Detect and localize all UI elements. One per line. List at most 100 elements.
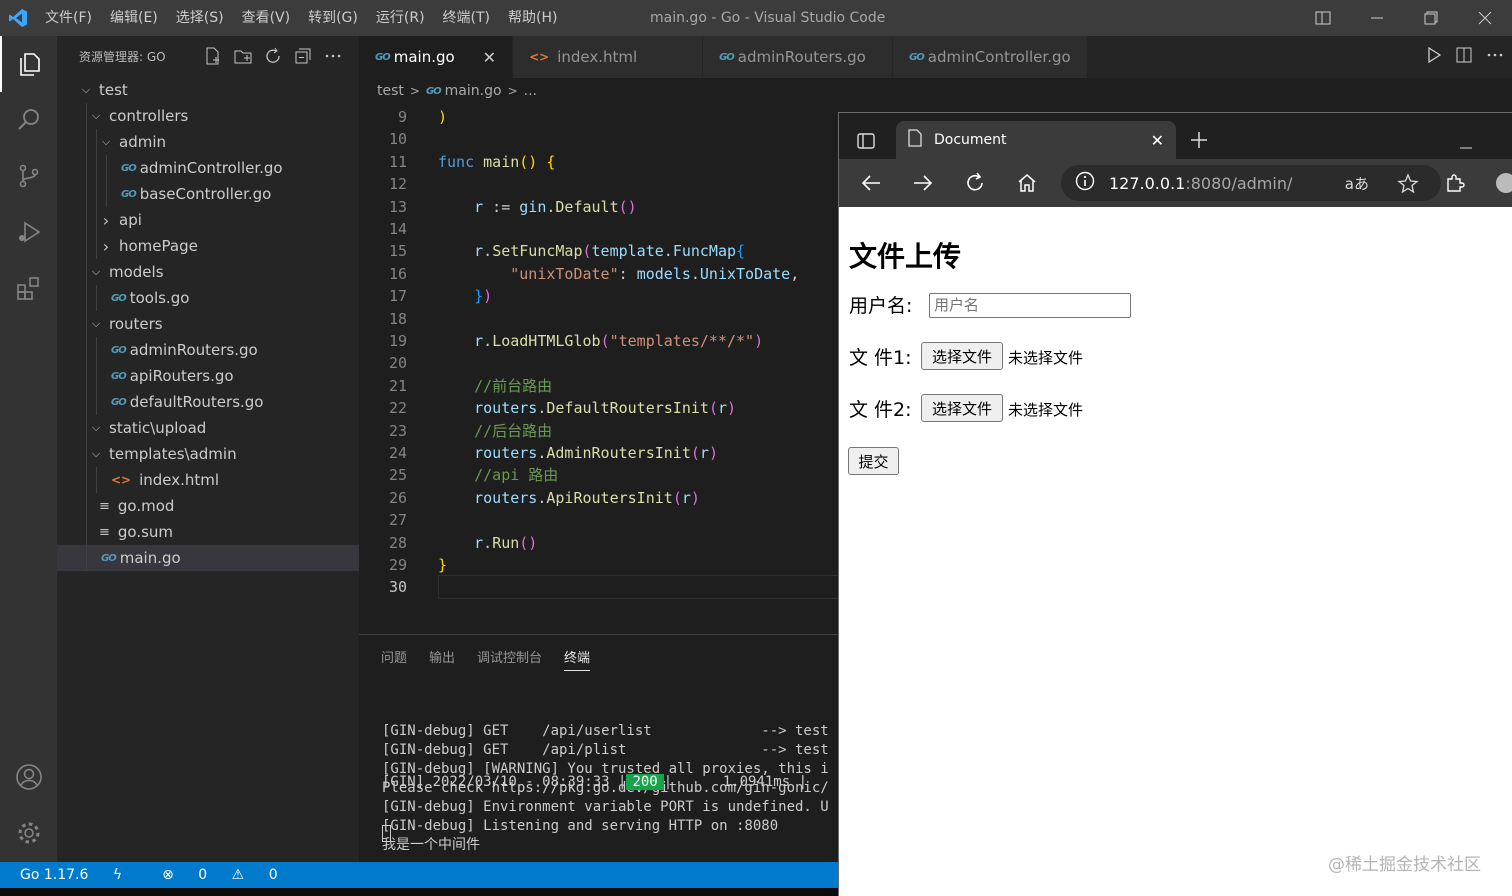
browser-tab[interactable]: Document ✕ bbox=[896, 121, 1176, 159]
site-info-icon[interactable] bbox=[1075, 171, 1095, 195]
tree-item[interactable]: GO baseController.go bbox=[57, 181, 359, 207]
editor-tabs: GO main.go ✕ <> index.html GO adminRouters.go G… bbox=[359, 36, 1512, 78]
editor-tab[interactable]: <> index.html bbox=[513, 36, 704, 78]
minimize-icon[interactable] bbox=[1350, 0, 1404, 36]
tree-item[interactable]: GO main.go bbox=[57, 545, 359, 571]
home-icon[interactable] bbox=[1012, 169, 1042, 197]
html-file-icon: <> bbox=[529, 50, 550, 64]
breadcrumb-folder[interactable]: test bbox=[377, 83, 404, 99]
tree-item[interactable]: › api bbox=[57, 207, 359, 233]
menu-item[interactable]: 转到(G) bbox=[299, 0, 367, 36]
tree-item[interactable]: GO tools.go bbox=[57, 285, 359, 311]
address-bar[interactable]: 127.0.0.1:8080/admin/ aあ bbox=[1061, 165, 1441, 201]
terminal[interactable]: [GIN-debug] GET /api/userlist --> test [G… bbox=[382, 690, 829, 875]
collapse-all-icon[interactable] bbox=[293, 46, 313, 66]
username-input[interactable]: 用户名 bbox=[929, 293, 1131, 318]
panel-tab[interactable]: 调试控制台 bbox=[477, 647, 542, 671]
tree-item[interactable]: ⌵ static\upload bbox=[57, 415, 359, 441]
menu-item[interactable]: 编辑(E) bbox=[101, 0, 167, 36]
extensions-puzzle-icon[interactable] bbox=[1440, 169, 1470, 197]
tree-item-label: adminRouters.go bbox=[129, 341, 258, 359]
tree-item[interactable]: <> index.html bbox=[57, 467, 359, 493]
problems-status[interactable]: ⊗ 0 ⚠ 0 bbox=[142, 867, 298, 883]
forward-icon[interactable] bbox=[908, 169, 938, 197]
tree-item[interactable]: ⌵ test bbox=[57, 77, 359, 103]
submit-button[interactable]: 提交 bbox=[848, 447, 899, 475]
tree-item[interactable]: ≡ go.mod bbox=[57, 493, 359, 519]
run-debug-icon[interactable] bbox=[0, 204, 57, 260]
more-actions-icon[interactable] bbox=[323, 46, 343, 66]
settings-gear-icon[interactable] bbox=[0, 805, 57, 861]
code-line: 29} bbox=[359, 554, 839, 576]
tree-item[interactable]: ⌵ routers bbox=[57, 311, 359, 337]
file1-choose-button[interactable]: 选择文件 bbox=[921, 342, 1003, 370]
extensions-icon[interactable] bbox=[0, 260, 57, 316]
favorite-icon[interactable] bbox=[1397, 173, 1419, 199]
browser-minimize-icon[interactable] bbox=[1459, 135, 1473, 154]
search-icon[interactable] bbox=[0, 92, 57, 148]
tree-item[interactable]: ⌵ templates\admin bbox=[57, 441, 359, 467]
panel-tab[interactable]: 问题 bbox=[381, 647, 407, 671]
run-file-icon[interactable] bbox=[1426, 46, 1442, 67]
line-number: 26 bbox=[388, 488, 407, 507]
new-folder-icon[interactable] bbox=[233, 46, 253, 66]
document-icon bbox=[908, 129, 922, 151]
editor-tab[interactable]: GO adminRouters.go bbox=[703, 36, 894, 78]
line-number: 20 bbox=[388, 354, 407, 373]
new-tab-icon[interactable] bbox=[1189, 130, 1209, 154]
read-aloud-icon[interactable]: aあ bbox=[1345, 173, 1369, 194]
breadcrumb-tail[interactable]: ... bbox=[524, 83, 537, 99]
file2-choose-button[interactable]: 选择文件 bbox=[921, 394, 1003, 422]
browser-tab-bar: Document ✕ bbox=[839, 113, 1512, 159]
tree-item[interactable]: GO adminRouters.go bbox=[57, 337, 359, 363]
close-tab-icon[interactable]: ✕ bbox=[1151, 131, 1164, 150]
refresh-icon[interactable] bbox=[263, 46, 283, 66]
close-window-icon[interactable] bbox=[1458, 0, 1512, 36]
reload-icon[interactable] bbox=[960, 169, 990, 197]
tree-item[interactable]: GO defaultRouters.go bbox=[57, 389, 359, 415]
editor-tab[interactable]: GO main.go ✕ bbox=[359, 36, 514, 78]
tree-item[interactable]: ⌵ controllers bbox=[57, 103, 359, 129]
explorer-icon[interactable] bbox=[0, 36, 57, 92]
tree-item-label: models bbox=[109, 263, 164, 281]
tree-item[interactable]: ⌵ models bbox=[57, 259, 359, 285]
breadcrumb-file[interactable]: main.go bbox=[445, 83, 502, 99]
go-version-status[interactable]: Go 1.17.6 ϟ bbox=[0, 867, 142, 883]
go-file-icon: GO bbox=[111, 292, 127, 304]
tree-item[interactable]: › homePage bbox=[57, 233, 359, 259]
code-editor[interactable]: 9) 10 11 func main() {12 13 r := gin.Default… bbox=[359, 104, 839, 634]
warning-count: 0 bbox=[268, 867, 278, 883]
split-editor-icon[interactable] bbox=[1456, 47, 1472, 67]
menu-item[interactable]: 查看(V) bbox=[233, 0, 300, 36]
menu-item[interactable]: 运行(R) bbox=[367, 0, 434, 36]
panel-tab[interactable]: 输出 bbox=[429, 647, 455, 671]
menu-item[interactable]: 终端(T) bbox=[434, 0, 499, 36]
back-icon[interactable] bbox=[856, 169, 886, 197]
tree-item-label: tools.go bbox=[129, 289, 190, 307]
tree-item[interactable]: ≡ go.sum bbox=[57, 519, 359, 545]
profile-avatar[interactable] bbox=[1491, 169, 1512, 197]
source-control-icon[interactable] bbox=[0, 148, 57, 204]
tree-item[interactable]: GO adminController.go bbox=[57, 155, 359, 181]
layout-icon[interactable] bbox=[1296, 0, 1350, 36]
menu-item[interactable]: 文件(F) bbox=[36, 0, 101, 36]
editor-tab[interactable]: GO adminController.go bbox=[893, 36, 1088, 78]
code-text: r.LoadHTMLGlob("templates/**/*") bbox=[474, 332, 764, 350]
close-tab-icon[interactable]: ✕ bbox=[483, 48, 496, 67]
menu-item[interactable]: 选择(S) bbox=[167, 0, 233, 36]
code-text: } bbox=[438, 556, 448, 574]
accounts-icon[interactable] bbox=[0, 749, 57, 805]
new-file-icon[interactable] bbox=[203, 46, 223, 66]
editor-more-icon[interactable] bbox=[1486, 47, 1504, 67]
browser-tab-title: Document bbox=[934, 132, 1007, 148]
menu-item[interactable]: 帮助(H) bbox=[499, 0, 566, 36]
panel-tab[interactable]: 终端 bbox=[564, 647, 591, 671]
tree-item[interactable]: GO apiRouters.go bbox=[57, 363, 359, 389]
tree-item[interactable]: ⌵ admin bbox=[57, 129, 359, 155]
line-number: 13 bbox=[388, 197, 407, 216]
restore-icon[interactable] bbox=[1404, 0, 1458, 36]
line-number: 14 bbox=[388, 220, 407, 238]
tab-actions-icon[interactable] bbox=[857, 132, 875, 154]
tree-item-label: admin bbox=[119, 133, 166, 151]
tree-item-label: static\upload bbox=[109, 419, 207, 437]
